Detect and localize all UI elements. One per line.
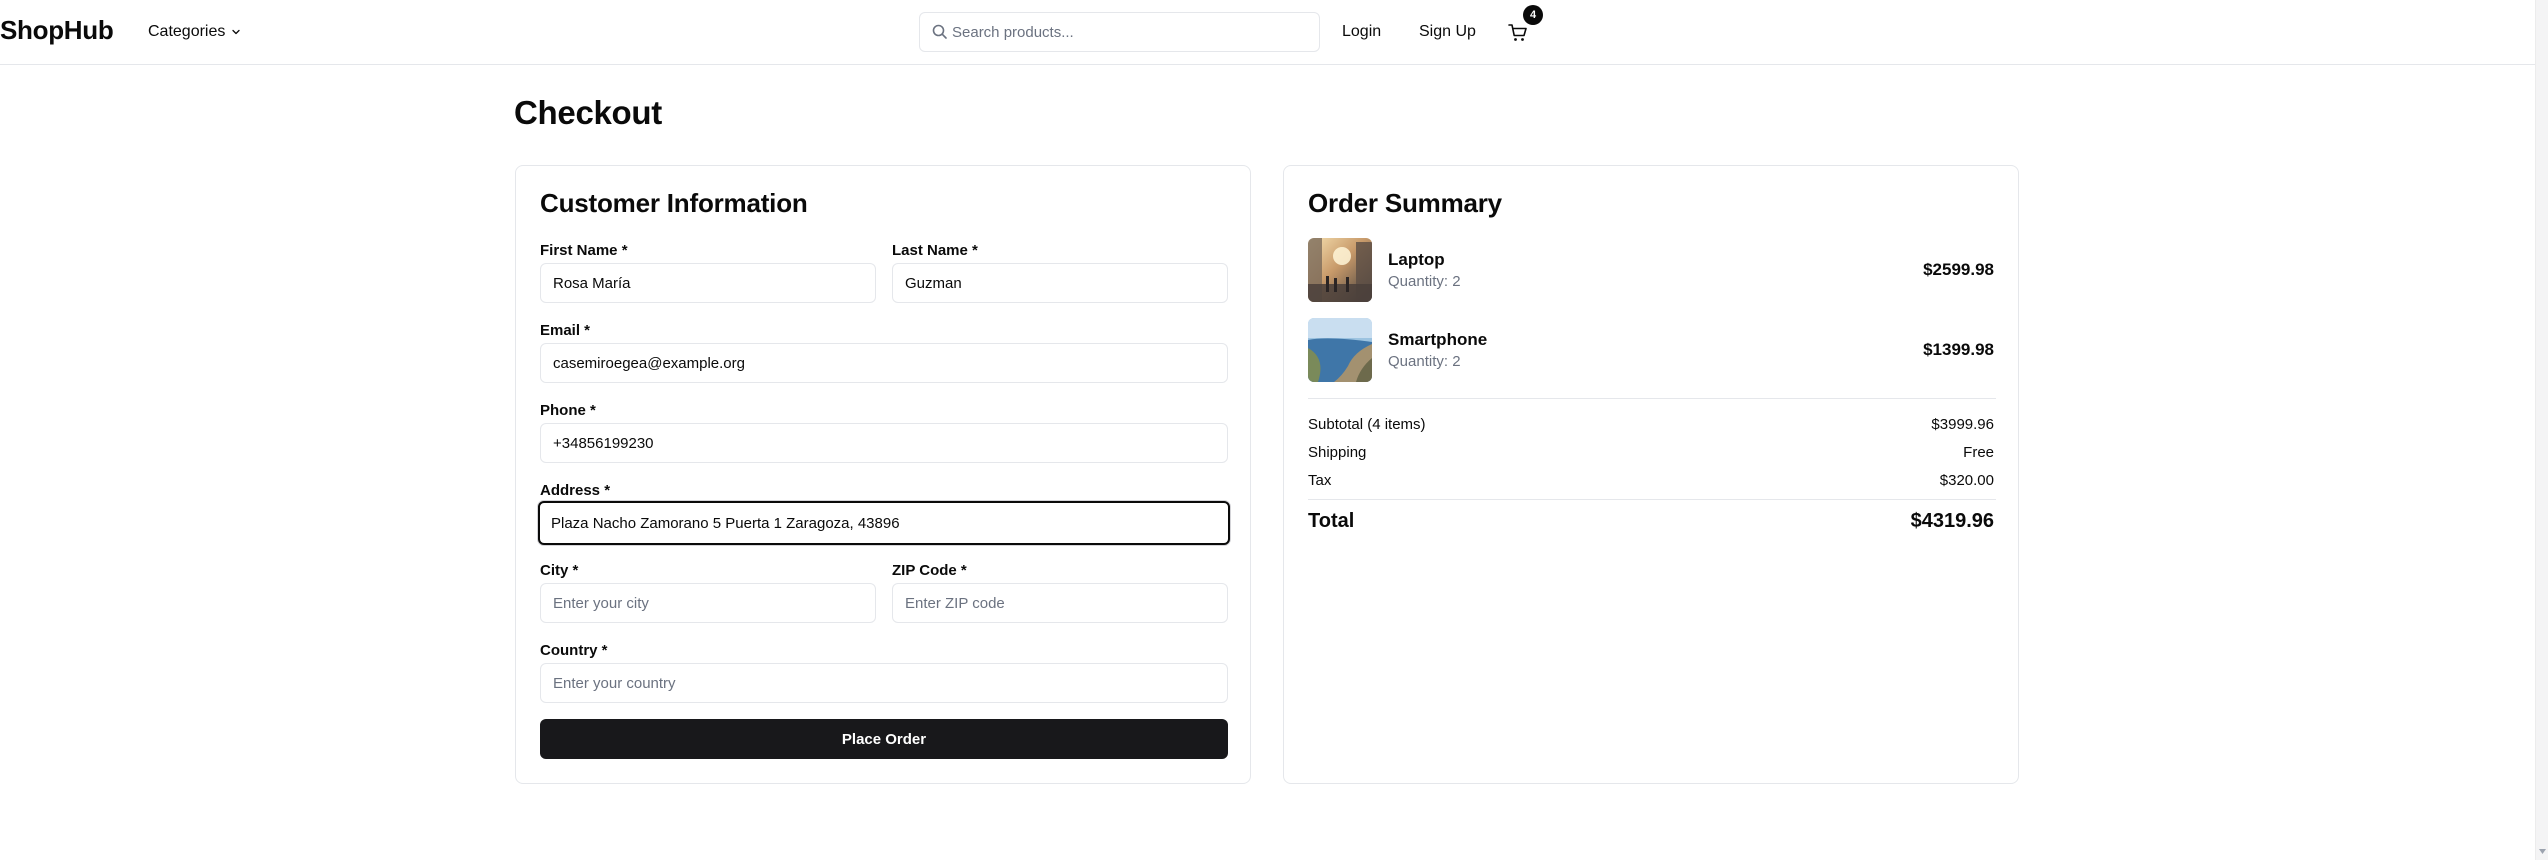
email-label: Email *: [540, 322, 591, 339]
first-name-label: First Name *: [540, 242, 628, 259]
country-label: Country *: [540, 642, 608, 659]
customer-information-card: Customer Information First Name * Last N…: [515, 165, 1251, 784]
order-summary-card: Order Summary Laptop Quantity: 2 $2599.9…: [1283, 165, 2019, 784]
subtotal-label: Subtotal (4 items): [1308, 416, 1426, 433]
summary-divider: [1308, 398, 1996, 399]
search-input[interactable]: [952, 14, 1312, 50]
login-button[interactable]: Login: [1342, 19, 1381, 45]
last-name-field[interactable]: [892, 263, 1228, 303]
coast-photo-icon: [1308, 318, 1372, 382]
tax-value: $320.00: [1939, 472, 1994, 489]
order-item-name: Smartphone: [1388, 330, 1488, 349]
cart-count-badge: 4: [1523, 5, 1543, 25]
order-item-quantity: Quantity: 2: [1388, 273, 1461, 290]
email-field[interactable]: [540, 343, 1228, 383]
categories-dropdown[interactable]: Categories: [148, 21, 241, 43]
page-scrollbar[interactable]: [2535, 0, 2548, 860]
scroll-down-arrow-icon[interactable]: [2539, 849, 2546, 854]
shopping-cart-icon[interactable]: [1507, 22, 1529, 44]
shophub-logo[interactable]: ShopHub: [0, 15, 114, 46]
street-photo-icon: [1308, 238, 1372, 302]
order-summary-title: Order Summary: [1308, 188, 1502, 218]
total-divider: [1308, 499, 1996, 500]
order-item-price: $2599.98: [1923, 260, 1994, 279]
total-value: $4319.96: [1910, 510, 1994, 532]
address-field[interactable]: [538, 501, 1230, 545]
phone-field[interactable]: [540, 423, 1228, 463]
tax-label: Tax: [1308, 472, 1332, 489]
categories-label: Categories: [148, 23, 226, 40]
subtotal-value: $3999.96: [1931, 416, 1994, 433]
page-title: Checkout: [514, 94, 662, 131]
city-field[interactable]: [540, 583, 876, 623]
place-order-button[interactable]: Place Order: [540, 719, 1228, 759]
smartphone-thumbnail-image: [1308, 318, 1372, 382]
order-item-quantity: Quantity: 2: [1388, 353, 1461, 370]
country-field[interactable]: [540, 663, 1228, 703]
total-label: Total: [1308, 510, 1355, 532]
zip-code-label: ZIP Code *: [892, 562, 967, 579]
order-item-price: $1399.98: [1923, 340, 1994, 359]
shipping-value: Free: [1963, 444, 1994, 461]
laptop-thumbnail-image: [1308, 238, 1372, 302]
chevron-down-icon: [232, 29, 241, 35]
phone-label: Phone *: [540, 402, 596, 419]
search-bar: [919, 12, 1320, 52]
zip-code-field[interactable]: [892, 583, 1228, 623]
customer-information-title: Customer Information: [540, 188, 808, 218]
top-navbar: ShopHub Categories Login Sign Up 4: [0, 0, 2535, 65]
city-label: City *: [540, 562, 579, 579]
order-item-name: Laptop: [1388, 250, 1445, 269]
first-name-field[interactable]: [540, 263, 876, 303]
address-label: Address *: [540, 482, 611, 499]
shipping-label: Shipping: [1308, 444, 1367, 461]
signup-button[interactable]: Sign Up: [1419, 19, 1476, 45]
last-name-label: Last Name *: [892, 242, 978, 259]
search-icon: [932, 24, 947, 39]
checkout-page: ShopHub Categories Login Sign Up 4: [0, 0, 2548, 860]
